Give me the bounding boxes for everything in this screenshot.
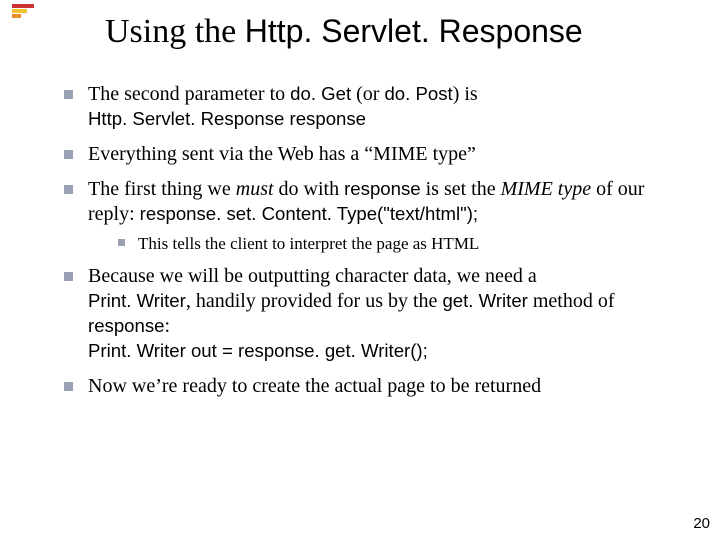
title-prefix: Using the [105,13,245,50]
accent-decoration [12,4,34,18]
text-run: , handily provided for us by the [186,290,443,312]
text-run: Http. Servlet. Response response [88,108,366,129]
text-run: The first thing we [88,178,236,200]
text-run: do with [274,178,345,200]
text-run: method of [528,290,615,312]
text-run: The second parameter to [88,83,290,105]
text-run: (or [351,83,384,105]
slide-body: The second parameter to do. Get (or do. … [60,82,680,409]
text-run: This tells the client to interpret the p… [138,234,479,253]
text-run: Now we’re ready to create the actual pag… [88,375,541,397]
bullet-item: Because we will be outputting character … [60,264,680,364]
text-run: do. Post [384,83,452,104]
title-code: Http. Servlet. Response [245,13,583,49]
text-run: Because we will be outputting character … [88,265,537,287]
slide: Using the Http. Servlet. Response The se… [0,0,720,540]
text-run: MIME type [501,178,592,200]
text-run: must [236,178,274,200]
text-run: response [344,178,421,199]
page-number: 20 [693,515,710,532]
text-run: : [165,315,171,337]
text-run: response [88,315,165,336]
text-run: do. Get [290,83,351,104]
text-run: is set the [421,178,501,200]
text-run: Everything sent via the Web has a “MIME … [88,143,476,165]
sub-bullet-list: This tells the client to interpret the p… [88,233,680,254]
bullet-item: The second parameter to do. Get (or do. … [60,82,680,132]
bullet-list: The second parameter to do. Get (or do. … [60,82,680,399]
bullet-item: Everything sent via the Web has a “MIME … [60,142,680,167]
bullet-item: Now we’re ready to create the actual pag… [60,374,680,399]
text-run: ) is [453,83,478,105]
text-run: Print. Writer [88,290,186,311]
text-run: Print. Writer out = response. get. Write… [88,340,428,361]
sub-bullet-item: This tells the client to interpret the p… [88,233,680,254]
slide-title: Using the Http. Servlet. Response [105,12,583,51]
text-run: get. Writer [442,290,527,311]
text-run: response. set. Content. Type("text/html"… [140,203,478,224]
bullet-item: The first thing we must do with response… [60,177,680,254]
